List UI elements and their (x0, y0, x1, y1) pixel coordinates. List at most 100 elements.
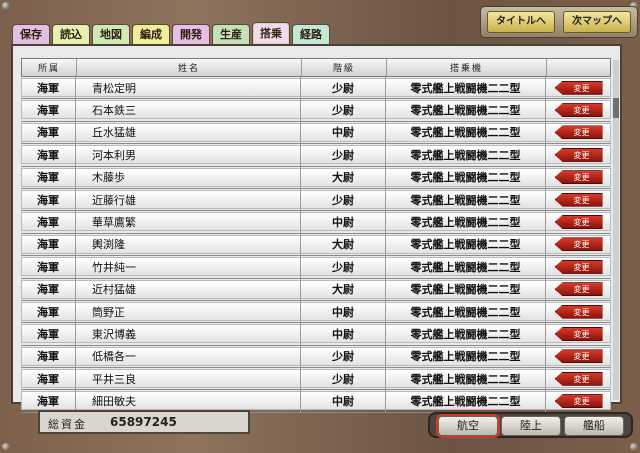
affiliation-cell: 海軍 (21, 144, 76, 166)
aircraft-cell: 零式艦上戦闘機二二型 (386, 390, 546, 412)
category-button-bar: 航空 陸上 艦船 (428, 412, 633, 438)
aircraft-cell: 零式艦上戦闘機二二型 (386, 211, 546, 233)
to-title-button[interactable]: タイトルへ (487, 11, 555, 33)
tab-0[interactable]: 保存 (12, 24, 50, 44)
table-row: 海軍 近村猛雄 大尉 零式艦上戦闘機二二型 変更 (21, 278, 611, 301)
change-button[interactable]: 変更 (554, 304, 603, 319)
pilot-name-cell: 低橋各一 (76, 345, 301, 368)
aircraft-cell: 零式艦上戦闘機二二型 (386, 345, 546, 368)
header-action (547, 59, 612, 76)
scrollbar-thumb[interactable] (613, 98, 619, 118)
table-row: 海軍 平井三良 少尉 零式艦上戦闘機二二型 変更 (21, 368, 611, 391)
action-cell: 変更 (546, 346, 611, 367)
table-row: 海軍 竹井純一 少尉 零式艦上戦闘機二二型 変更 (21, 256, 611, 279)
affiliation-cell: 海軍 (21, 77, 76, 99)
next-map-button[interactable]: 次マップへ (563, 11, 631, 33)
pilot-name-cell: 細田敏夫 (76, 390, 301, 412)
action-cell: 変更 (546, 390, 611, 411)
total-funds-value: 65897245 (110, 415, 177, 429)
affiliation-cell: 海軍 (21, 323, 76, 345)
affiliation-cell: 海軍 (21, 300, 76, 323)
change-button[interactable]: 変更 (554, 349, 603, 364)
pilot-name-cell: 石本鉄三 (76, 99, 301, 121)
table-row: 海軍 石本鉄三 少尉 零式艦上戦闘機二二型 変更 (21, 99, 611, 122)
aircraft-cell: 零式艦上戦闘機二二型 (386, 166, 546, 188)
tab-3[interactable]: 編成 (132, 24, 170, 44)
change-button[interactable]: 変更 (554, 125, 603, 140)
rank-cell: 少尉 (301, 99, 386, 121)
change-button[interactable]: 変更 (554, 237, 603, 252)
pilot-table: 所属 姓名 階級 搭乗機 海軍 青松定明 少尉 零式艦上戦闘機二二型 変更 海軍 石本鉄三少… (21, 58, 611, 413)
change-button[interactable]: 変更 (554, 371, 603, 386)
pilot-name-cell: 華草鷹繁 (76, 211, 301, 233)
change-button[interactable]: 変更 (554, 282, 603, 297)
table-row: 海軍 低橋各一 少尉 零式艦上戦闘機二二型 変更 (21, 345, 611, 369)
header-rank: 階級 (302, 59, 387, 76)
aircraft-cell: 零式艦上戦闘機二二型 (386, 368, 546, 390)
rivet-decoration (2, 2, 10, 10)
tab-1[interactable]: 読込 (52, 24, 90, 44)
change-button[interactable]: 変更 (554, 326, 603, 341)
aircraft-cell: 零式艦上戦闘機二二型 (386, 256, 546, 278)
pilot-name-cell: 木藤歩 (76, 166, 301, 188)
rank-cell: 少尉 (301, 77, 386, 99)
header-name: 姓名 (77, 59, 302, 76)
table-row: 海軍 筒野正 中尉 零式艦上戦闘機二二型 変更 (21, 300, 611, 324)
tab-5[interactable]: 生産 (212, 24, 250, 44)
table-row: 海軍 華草鷹繁 中尉 零式艦上戦闘機二二型 変更 (21, 211, 611, 234)
pilot-name-cell: 輿渕隆 (76, 233, 301, 256)
aircraft-cell: 零式艦上戦闘機二二型 (386, 300, 546, 323)
vertical-scrollbar[interactable] (613, 60, 619, 400)
action-cell: 変更 (546, 122, 611, 143)
pilot-name-cell: 平井三良 (76, 368, 301, 390)
total-funds-label: 総資金 (48, 418, 87, 431)
rank-cell: 少尉 (301, 345, 386, 368)
header-affiliation: 所属 (22, 59, 77, 76)
rank-cell: 少尉 (301, 144, 386, 166)
change-button[interactable]: 変更 (554, 192, 603, 207)
action-cell: 変更 (546, 189, 611, 210)
affiliation-cell: 海軍 (21, 233, 76, 256)
pilot-name-cell: 近藤行雄 (76, 188, 301, 211)
pilot-name-cell: 河本利男 (76, 144, 301, 166)
action-cell: 変更 (546, 279, 611, 300)
aircraft-cell: 零式艦上戦闘機二二型 (386, 99, 546, 121)
ship-category-button[interactable]: 艦船 (564, 416, 624, 436)
air-category-button[interactable]: 航空 (438, 416, 498, 436)
change-button[interactable]: 変更 (554, 170, 603, 185)
aircraft-cell: 零式艦上戦闘機二二型 (386, 77, 546, 99)
change-button[interactable]: 変更 (554, 259, 603, 274)
table-row: 海軍 近藤行雄 少尉 零式艦上戦闘機二二型 変更 (21, 188, 611, 212)
aircraft-cell: 零式艦上戦闘機二二型 (386, 233, 546, 256)
table-row: 海軍 東沢博義 中尉 零式艦上戦闘機二二型 変更 (21, 323, 611, 346)
tab-4[interactable]: 開発 (172, 24, 210, 44)
rank-cell: 少尉 (301, 188, 386, 211)
rank-cell: 大尉 (301, 166, 386, 188)
rivet-decoration (630, 443, 638, 451)
tab-2[interactable]: 地図 (92, 24, 130, 44)
affiliation-cell: 海軍 (21, 166, 76, 188)
change-button[interactable]: 変更 (554, 147, 603, 162)
table-row: 海軍 輿渕隆 大尉 零式艦上戦闘機二二型 変更 (21, 233, 611, 257)
pilot-name-cell: 筒野正 (76, 300, 301, 323)
action-cell: 変更 (546, 99, 611, 120)
tab-6[interactable]: 搭乗 (252, 22, 290, 44)
affiliation-cell: 海軍 (21, 390, 76, 412)
rank-cell: 中尉 (301, 121, 386, 144)
change-button[interactable]: 変更 (554, 103, 603, 118)
affiliation-cell: 海軍 (21, 278, 76, 300)
affiliation-cell: 海軍 (21, 188, 76, 211)
change-button[interactable]: 変更 (554, 80, 603, 95)
aircraft-cell: 零式艦上戦闘機二二型 (386, 144, 546, 166)
action-cell: 変更 (546, 234, 611, 255)
affiliation-cell: 海軍 (21, 99, 76, 121)
aircraft-cell: 零式艦上戦闘機二二型 (386, 121, 546, 144)
tab-7[interactable]: 経路 (292, 24, 330, 44)
change-button[interactable]: 変更 (554, 215, 603, 230)
change-button[interactable]: 変更 (554, 394, 603, 409)
action-cell: 変更 (546, 323, 611, 344)
aircraft-cell: 零式艦上戦闘機二二型 (386, 188, 546, 211)
land-category-button[interactable]: 陸上 (501, 416, 561, 436)
table-row: 海軍 河本利男 少尉 零式艦上戦闘機二二型 変更 (21, 144, 611, 167)
aircraft-cell: 零式艦上戦闘機二二型 (386, 278, 546, 300)
